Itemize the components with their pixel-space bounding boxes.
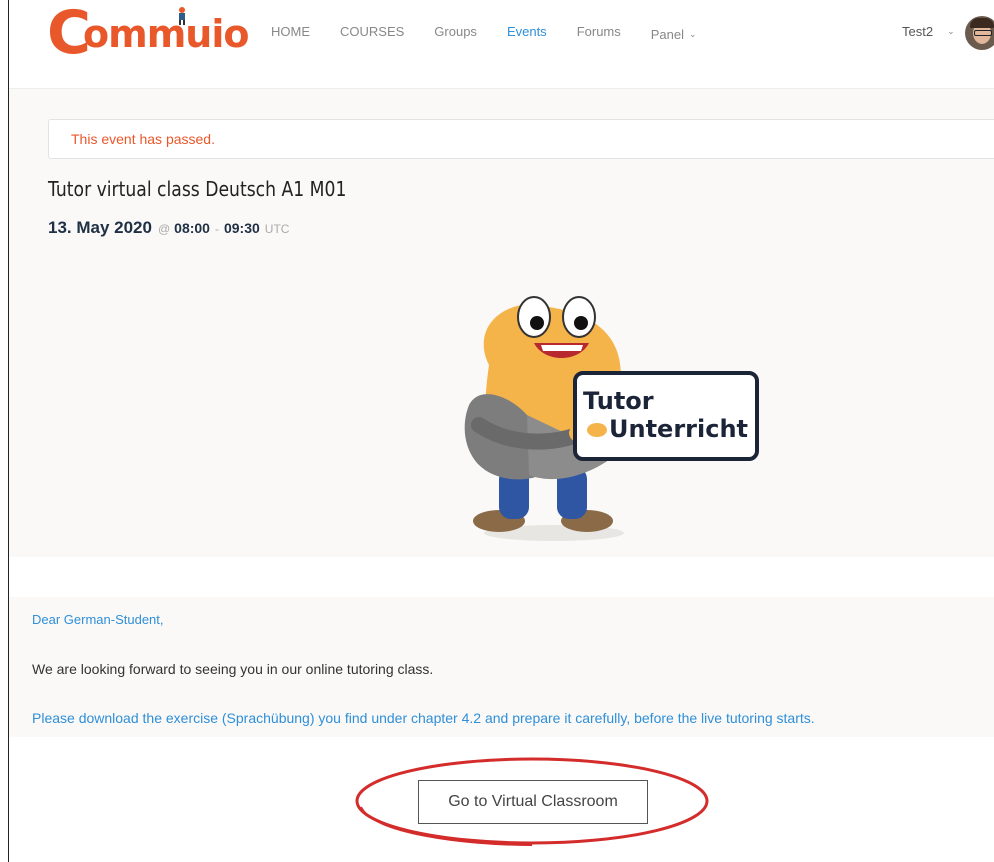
notice-text: This event has passed. xyxy=(71,131,215,147)
logo-wordmark: ommuio xyxy=(83,12,249,56)
avatar-glasses xyxy=(974,30,992,36)
chevron-down-icon: ⌄ xyxy=(689,28,697,39)
nav-events[interactable]: Events xyxy=(507,24,547,44)
go-to-virtual-classroom-button[interactable]: Go to Virtual Classroom xyxy=(418,780,648,824)
event-end-time: 09:30 xyxy=(223,220,260,236)
description-intro: We are looking forward to seeing you in … xyxy=(32,661,434,677)
event-description: Dear German-Student, We are looking forw… xyxy=(9,597,994,737)
event-start-time: 08:00 xyxy=(174,220,210,236)
nav-courses[interactable]: COURSES xyxy=(340,24,404,44)
tutor-mascot-illustration: Tutor Unterricht xyxy=(464,296,759,541)
nav-groups[interactable]: Groups xyxy=(434,24,477,44)
user-name: Test2 xyxy=(902,24,934,39)
nav-home[interactable]: HOME xyxy=(271,24,310,44)
description-instructions: Please download the exercise (Sprachübun… xyxy=(32,710,815,726)
event-date: 13. May 2020 xyxy=(48,218,152,237)
main-nav: HOME COURSES Groups Events Forums Panel … xyxy=(271,24,727,44)
at-symbol: @ xyxy=(157,222,171,236)
event-datetime: 13. May 2020 @ 08:00 - 09:30 UTC xyxy=(48,218,289,238)
event-timezone: UTC xyxy=(264,222,290,236)
nav-panel-label: Panel xyxy=(650,26,684,42)
sign-line-2: Unterricht xyxy=(609,415,748,443)
event-section: This event has passed. Tutor virtual cla… xyxy=(9,89,994,557)
chevron-down-icon: ⌄ xyxy=(947,26,955,36)
event-title: Tutor virtual class Deutsch A1 M01 xyxy=(48,177,347,201)
avatar-hair xyxy=(970,18,994,28)
event-passed-notice: This event has passed. xyxy=(48,119,994,159)
description-greeting: Dear German-Student, xyxy=(32,612,164,627)
time-separator: - xyxy=(214,222,219,236)
logo-figure-icon xyxy=(179,7,185,25)
sign-line-1: Tutor xyxy=(583,387,654,415)
avatar[interactable] xyxy=(965,16,994,50)
site-logo[interactable]: C ommuio xyxy=(47,2,249,64)
site-header: C ommuio HOME COURSES Groups Events Foru… xyxy=(9,0,994,89)
user-menu[interactable]: Test2 ⌄ xyxy=(902,24,955,39)
nav-forums[interactable]: Forums xyxy=(577,24,621,44)
nav-panel-dropdown[interactable]: Panel ⌄ xyxy=(651,24,697,44)
